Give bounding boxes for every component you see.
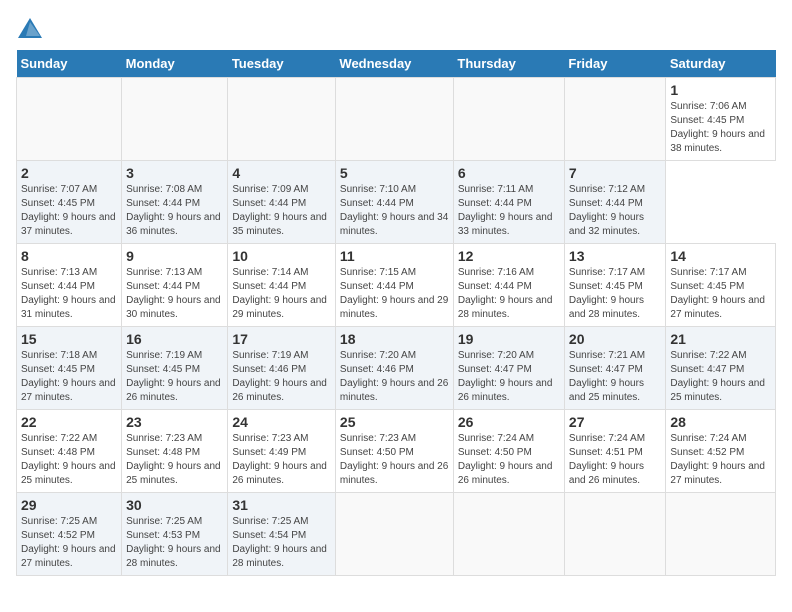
empty-cell (335, 78, 453, 161)
empty-cell (453, 78, 564, 161)
calendar-week-3: 15Sunrise: 7:18 AMSunset: 4:45 PMDayligh… (17, 327, 776, 410)
calendar-day-7: 7Sunrise: 7:12 AMSunset: 4:44 PMDaylight… (564, 161, 665, 244)
calendar-day-31: 31Sunrise: 7:25 AMSunset: 4:54 PMDayligh… (228, 493, 336, 576)
calendar-day-14: 14Sunrise: 7:17 AMSunset: 4:45 PMDayligh… (666, 244, 776, 327)
day-header-wednesday: Wednesday (335, 50, 453, 78)
day-header-saturday: Saturday (666, 50, 776, 78)
calendar-week-1: 2Sunrise: 7:07 AMSunset: 4:45 PMDaylight… (17, 161, 776, 244)
day-header-sunday: Sunday (17, 50, 122, 78)
calendar-day-9: 9Sunrise: 7:13 AMSunset: 4:44 PMDaylight… (122, 244, 228, 327)
calendar-day-16: 16Sunrise: 7:19 AMSunset: 4:45 PMDayligh… (122, 327, 228, 410)
empty-cell (17, 78, 122, 161)
calendar-day-10: 10Sunrise: 7:14 AMSunset: 4:44 PMDayligh… (228, 244, 336, 327)
calendar-day-27: 27Sunrise: 7:24 AMSunset: 4:51 PMDayligh… (564, 410, 665, 493)
calendar-day-3: 3Sunrise: 7:08 AMSunset: 4:44 PMDaylight… (122, 161, 228, 244)
calendar-day-1: 1Sunrise: 7:06 AMSunset: 4:45 PMDaylight… (666, 78, 776, 161)
calendar-day-15: 15Sunrise: 7:18 AMSunset: 4:45 PMDayligh… (17, 327, 122, 410)
calendar-day-20: 20Sunrise: 7:21 AMSunset: 4:47 PMDayligh… (564, 327, 665, 410)
calendar-day-4: 4Sunrise: 7:09 AMSunset: 4:44 PMDaylight… (228, 161, 336, 244)
calendar-day-17: 17Sunrise: 7:19 AMSunset: 4:46 PMDayligh… (228, 327, 336, 410)
empty-cell (122, 78, 228, 161)
calendar-day-23: 23Sunrise: 7:23 AMSunset: 4:48 PMDayligh… (122, 410, 228, 493)
calendar-day-18: 18Sunrise: 7:20 AMSunset: 4:46 PMDayligh… (335, 327, 453, 410)
calendar-week-4: 22Sunrise: 7:22 AMSunset: 4:48 PMDayligh… (17, 410, 776, 493)
calendar-table: SundayMondayTuesdayWednesdayThursdayFrid… (16, 50, 776, 576)
calendar-day-26: 26Sunrise: 7:24 AMSunset: 4:50 PMDayligh… (453, 410, 564, 493)
calendar-week-2: 8Sunrise: 7:13 AMSunset: 4:44 PMDaylight… (17, 244, 776, 327)
calendar-day-21: 21Sunrise: 7:22 AMSunset: 4:47 PMDayligh… (666, 327, 776, 410)
day-header-tuesday: Tuesday (228, 50, 336, 78)
calendar-day-2: 2Sunrise: 7:07 AMSunset: 4:45 PMDaylight… (17, 161, 122, 244)
calendar-header-row: SundayMondayTuesdayWednesdayThursdayFrid… (17, 50, 776, 78)
calendar-week-0: 1Sunrise: 7:06 AMSunset: 4:45 PMDaylight… (17, 78, 776, 161)
calendar-day-22: 22Sunrise: 7:22 AMSunset: 4:48 PMDayligh… (17, 410, 122, 493)
calendar-day-12: 12Sunrise: 7:16 AMSunset: 4:44 PMDayligh… (453, 244, 564, 327)
calendar-day-24: 24Sunrise: 7:23 AMSunset: 4:49 PMDayligh… (228, 410, 336, 493)
empty-cell (666, 493, 776, 576)
calendar-day-11: 11Sunrise: 7:15 AMSunset: 4:44 PMDayligh… (335, 244, 453, 327)
empty-cell (564, 78, 665, 161)
calendar-day-28: 28Sunrise: 7:24 AMSunset: 4:52 PMDayligh… (666, 410, 776, 493)
logo-icon (16, 16, 44, 40)
calendar-day-13: 13Sunrise: 7:17 AMSunset: 4:45 PMDayligh… (564, 244, 665, 327)
empty-cell (228, 78, 336, 161)
empty-cell (453, 493, 564, 576)
calendar-week-5: 29Sunrise: 7:25 AMSunset: 4:52 PMDayligh… (17, 493, 776, 576)
page-header (16, 16, 776, 40)
calendar-day-30: 30Sunrise: 7:25 AMSunset: 4:53 PMDayligh… (122, 493, 228, 576)
day-header-thursday: Thursday (453, 50, 564, 78)
empty-cell (335, 493, 453, 576)
calendar-day-25: 25Sunrise: 7:23 AMSunset: 4:50 PMDayligh… (335, 410, 453, 493)
calendar-day-6: 6Sunrise: 7:11 AMSunset: 4:44 PMDaylight… (453, 161, 564, 244)
logo (16, 16, 46, 40)
calendar-day-19: 19Sunrise: 7:20 AMSunset: 4:47 PMDayligh… (453, 327, 564, 410)
calendar-day-8: 8Sunrise: 7:13 AMSunset: 4:44 PMDaylight… (17, 244, 122, 327)
day-header-monday: Monday (122, 50, 228, 78)
empty-cell (564, 493, 665, 576)
day-header-friday: Friday (564, 50, 665, 78)
calendar-day-29: 29Sunrise: 7:25 AMSunset: 4:52 PMDayligh… (17, 493, 122, 576)
calendar-day-5: 5Sunrise: 7:10 AMSunset: 4:44 PMDaylight… (335, 161, 453, 244)
